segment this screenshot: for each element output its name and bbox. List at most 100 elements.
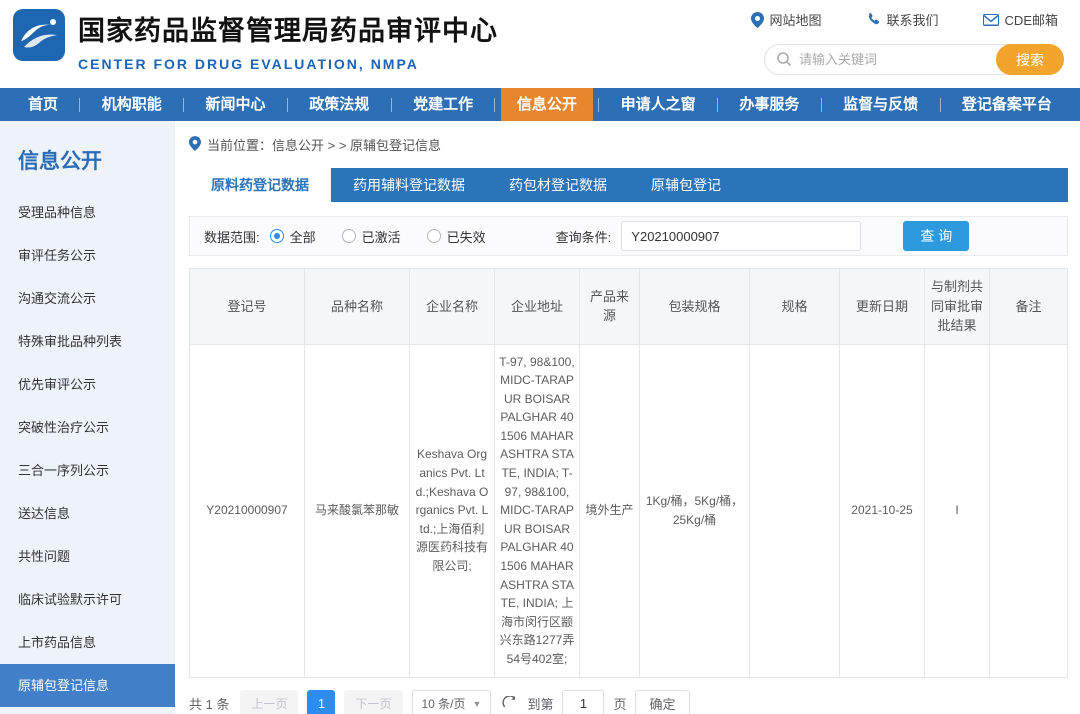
nav-separator (391, 98, 392, 112)
column-header-2: 品种名称 (305, 269, 410, 345)
sidebar-item-7[interactable]: 三合一序列公示 (0, 449, 175, 492)
page-number-button[interactable]: 1 (307, 690, 335, 714)
nav-separator (287, 98, 288, 112)
search-button[interactable]: 搜索 (996, 44, 1064, 75)
sidebar-item-10[interactable]: 临床试验默示许可 (0, 578, 175, 621)
table-cell-2: 马来酸氯苯那敏 (305, 344, 410, 677)
main-panel: 当前位置：信息公开 > > 原辅包登记信息 原料药登记数据药用辅料登记数据药包材… (175, 121, 1080, 714)
radio-circle-icon (427, 229, 441, 243)
nav-separator (717, 98, 718, 112)
sidebar-item-12[interactable]: 原辅包登记信息 (0, 664, 175, 707)
nav-item-8[interactable]: 办事服务 (723, 88, 815, 121)
refresh-icon[interactable] (500, 695, 518, 713)
query-button[interactable]: 查 询 (903, 221, 969, 251)
tab-1[interactable]: 原料药登记数据 (189, 168, 331, 202)
table-cell-10 (990, 344, 1068, 677)
results-table: 登记号品种名称企业名称企业地址产品来源包装规格规格更新日期与制剂共同审批审批结果… (189, 268, 1068, 678)
filter-bar: 数据范围: 全部已激活已失效 查询条件: 查 询 (189, 216, 1068, 256)
content-area: 信息公开 受理品种信息审评任务公示沟通交流公示特殊审批品种列表优先审评公示突破性… (0, 121, 1080, 714)
nav-item-1[interactable]: 首页 (12, 88, 74, 121)
radio-option-2[interactable]: 已激活 (342, 227, 401, 246)
nav-item-3[interactable]: 新闻中心 (190, 88, 282, 121)
table-cell-4: T-97, 98&100, MIDC-TARAPUR BOISAR PALGHA… (495, 344, 580, 677)
scope-radio-group: 全部 已激活 已失效 (270, 227, 486, 246)
nav-item-10[interactable]: 登记备案平台 (946, 88, 1068, 121)
nav-item-7[interactable]: 申请人之窗 (605, 88, 712, 121)
radio-circle-icon (270, 229, 284, 243)
site-subtitle: CENTER FOR DRUG EVALUATION, NMPA (78, 56, 498, 72)
tab-4[interactable]: 原辅包登记 (629, 168, 743, 202)
radio-option-label: 已失效 (447, 227, 486, 246)
total-count: 共 1 条 (189, 694, 229, 713)
radio-option-label: 已激活 (362, 227, 401, 246)
mailbox-link[interactable]: CDE邮箱 (983, 10, 1058, 29)
sidebar-item-9[interactable]: 共性问题 (0, 535, 175, 578)
nav-item-9[interactable]: 监督与反馈 (827, 88, 934, 121)
tab-3[interactable]: 药包材登记数据 (487, 168, 629, 202)
tab-bar: 原料药登记数据药用辅料登记数据药包材登记数据原辅包登记 (189, 168, 1068, 202)
tab-2[interactable]: 药用辅料登记数据 (331, 168, 487, 202)
sitemap-link[interactable]: 网站地图 (751, 10, 822, 29)
contact-link[interactable]: 联系我们 (866, 10, 939, 29)
next-page-button[interactable]: 下一页 (344, 690, 402, 714)
table-cell-3: Keshava Organics Pvt. Ltd.;Keshava Organ… (410, 344, 495, 677)
nav-separator (183, 98, 184, 112)
nav-separator (598, 98, 599, 112)
contact-link-label: 联系我们 (887, 10, 939, 29)
nav-separator (940, 98, 941, 112)
column-header-7: 规格 (750, 269, 840, 345)
nav-separator (494, 98, 495, 112)
header-quick-links: 网站地图 联系我们 CDE邮箱 (751, 10, 1058, 29)
site-header: 国家药品监督管理局药品审评中心 CENTER FOR DRUG EVALUATI… (0, 0, 1080, 88)
site-title-block: 国家药品监督管理局药品审评中心 CENTER FOR DRUG EVALUATI… (78, 9, 498, 72)
sidebar-item-8[interactable]: 送达信息 (0, 492, 175, 535)
breadcrumb-pin-icon (189, 136, 201, 154)
table-cell-1: Y20210000907 (190, 344, 305, 677)
pagination: 共 1 条 上一页 1 下一页 10 条/页 ▼ 到第 页 确定 (189, 690, 1068, 714)
nav-separator (821, 98, 822, 112)
nav-item-4[interactable]: 政策法规 (293, 88, 385, 121)
table-header-row: 登记号品种名称企业名称企业地址产品来源包装规格规格更新日期与制剂共同审批审批结果… (190, 269, 1068, 345)
sidebar-item-5[interactable]: 优先审评公示 (0, 363, 175, 406)
sidebar-title: 信息公开 (0, 141, 175, 191)
sitemap-link-label: 网站地图 (770, 10, 822, 29)
goto-page-input[interactable] (562, 690, 604, 714)
query-input[interactable] (621, 221, 861, 251)
table-cell-6: 1Kg/桶，5Kg/桶，25Kg/桶 (640, 344, 750, 677)
nav-item-5[interactable]: 党建工作 (397, 88, 489, 121)
radio-option-label: 全部 (290, 227, 316, 246)
radio-circle-icon (342, 229, 356, 243)
radio-option-3[interactable]: 已失效 (427, 227, 486, 246)
phone-icon (866, 12, 881, 27)
sidebar-item-4[interactable]: 特殊审批品种列表 (0, 320, 175, 363)
table-cell-8: 2021-10-25 (840, 344, 925, 677)
column-header-10: 备注 (990, 269, 1068, 345)
sidebar-item-6[interactable]: 突破性治疗公示 (0, 406, 175, 449)
nav-item-2[interactable]: 机构职能 (86, 88, 178, 121)
column-header-3: 企业名称 (410, 269, 495, 345)
sidebar: 信息公开 受理品种信息审评任务公示沟通交流公示特殊审批品种列表优先审评公示突破性… (0, 121, 175, 714)
column-header-1: 登记号 (190, 269, 305, 345)
mailbox-link-label: CDE邮箱 (1005, 10, 1058, 29)
envelope-icon (983, 14, 999, 26)
breadcrumb-text: 当前位置：信息公开 > > 原辅包登记信息 (207, 135, 441, 154)
page-size-value: 10 条/页 (422, 695, 466, 712)
nav-item-6[interactable]: 信息公开 (501, 88, 593, 121)
table-cell-7 (750, 344, 840, 677)
sidebar-item-11[interactable]: 上市药品信息 (0, 621, 175, 664)
radio-option-1[interactable]: 全部 (270, 227, 316, 246)
column-header-8: 更新日期 (840, 269, 925, 345)
goto-label: 到第 (527, 694, 553, 713)
page-size-select[interactable]: 10 条/页 ▼ (412, 690, 492, 714)
nav-separator (79, 98, 80, 112)
sidebar-item-2[interactable]: 审评任务公示 (0, 234, 175, 277)
confirm-button[interactable]: 确定 (635, 690, 689, 714)
prev-page-button[interactable]: 上一页 (240, 690, 298, 714)
sidebar-menu: 受理品种信息审评任务公示沟通交流公示特殊审批品种列表优先审评公示突破性治疗公示三… (0, 191, 175, 707)
search-icon (776, 51, 792, 72)
sidebar-item-3[interactable]: 沟通交流公示 (0, 277, 175, 320)
goto-suffix: 页 (613, 694, 626, 713)
sidebar-item-1[interactable]: 受理品种信息 (0, 191, 175, 234)
scope-label: 数据范围: (204, 227, 260, 246)
header-search-bar: 搜索 (764, 44, 1064, 75)
